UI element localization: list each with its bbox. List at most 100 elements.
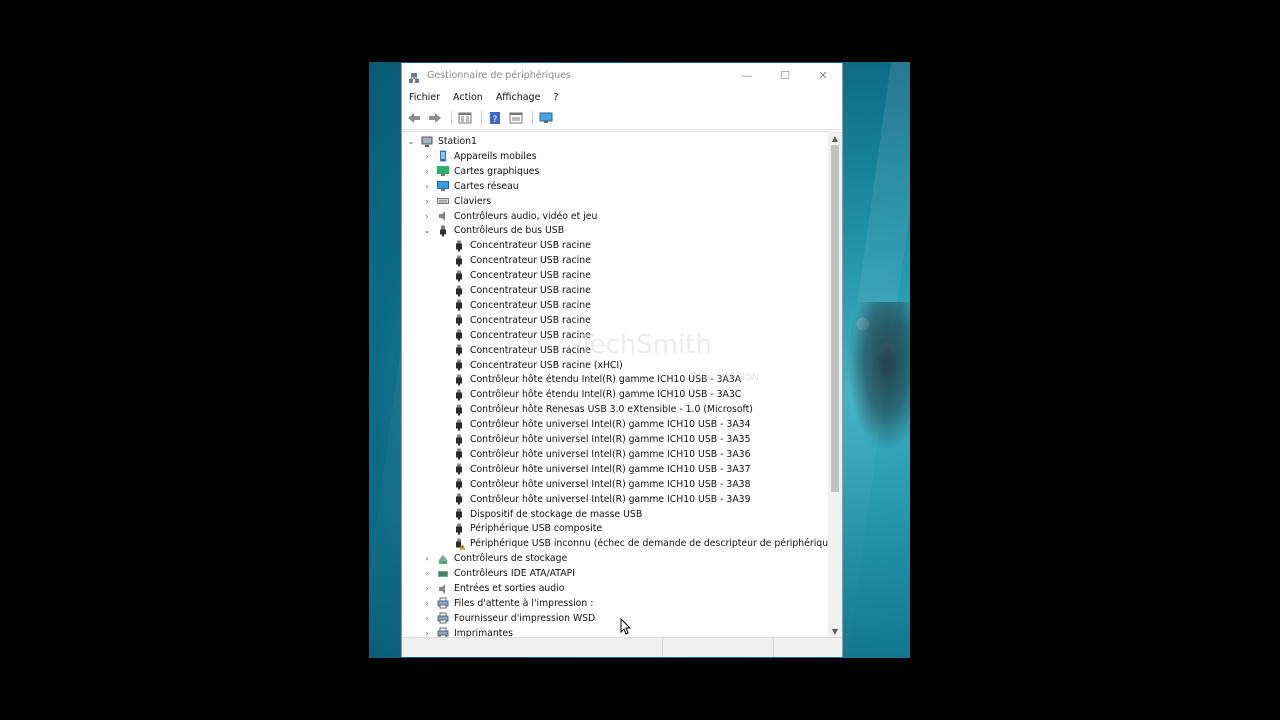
menu-help[interactable]: ? [553, 92, 558, 103]
tree-category[interactable]: › Fournisseur d'impression WSD [422, 611, 595, 626]
chevron-right-icon[interactable]: › [422, 569, 432, 579]
usb-device-icon [453, 329, 465, 341]
speaker-icon [437, 210, 449, 222]
usb-warning-icon [453, 538, 466, 550]
usb-device-icon [453, 448, 465, 460]
tree-item-usb-unknown[interactable]: Périphérique USB inconnu (échec de deman… [438, 536, 828, 551]
tree-item-label: Contrôleur hôte Renesas USB 3.0 eXtensib… [470, 404, 753, 416]
mouse-cursor-icon [620, 618, 632, 635]
tree-item-label: Entrées et sorties audio [454, 583, 565, 594]
tree-root-station1[interactable]: ⌄ Station1 [406, 134, 477, 149]
tree-item-label: Concentrateur USB racine [470, 285, 591, 296]
menu-fichier[interactable]: Fichier [409, 92, 440, 103]
tree-item-label: Contrôleur hôte universel Intel(R) gamme… [470, 434, 751, 445]
chevron-right-icon[interactable]: › [422, 584, 432, 594]
tree-item-label: Appareils mobiles [454, 150, 537, 162]
status-segment [663, 638, 774, 657]
scroll-up-arrow-icon[interactable]: ▲ [828, 131, 842, 145]
tree-item-usb[interactable]: Concentrateur USB racine [438, 238, 591, 253]
tree-item-usb[interactable]: Contrôleur hôte Renesas USB 3.0 eXtensib… [438, 402, 753, 417]
close-button[interactable]: ✕ [804, 63, 842, 87]
tree-item-label: Concentrateur USB racine (xHCI) [470, 359, 623, 371]
status-bar [402, 637, 842, 657]
tree-item-label: Concentrateur USB racine [470, 314, 591, 326]
chevron-right-icon[interactable]: › [422, 196, 432, 206]
tree-item-usb[interactable]: Contrôleur hôte universel Intel(R) gamme… [438, 447, 751, 462]
properties-icon[interactable] [456, 110, 474, 126]
tree-item-usb[interactable]: Périphérique USB composite [438, 521, 602, 536]
vertical-scrollbar[interactable]: ▲ ▼ [828, 131, 842, 638]
tree-category[interactable]: › Entrées et sorties audio [422, 581, 564, 596]
device-manager-icon [408, 69, 420, 83]
usb-device-icon [453, 404, 465, 416]
tree-item-label: Contrôleurs de bus USB [454, 225, 565, 237]
usb-device-icon [453, 285, 465, 297]
tree-item-usb[interactable]: Contrôleur hôte universel Intel(R) gamme… [438, 477, 751, 492]
tree-item-label: Contrôleur hôte universel Intel(R) gamme… [470, 419, 751, 431]
tree-item-label: Contrôleurs IDE ATA/ATAPI [454, 568, 575, 580]
tree-item-usb[interactable]: Contrôleur hôte universel Intel(R) gamme… [438, 417, 751, 432]
usb-device-icon [453, 299, 465, 311]
device-manager-window: Gestionnaire de périphériques — ☐ ✕ Fich… [401, 63, 843, 657]
usb-device-icon [453, 374, 465, 386]
chevron-down-icon[interactable]: ⌄ [422, 226, 432, 236]
tree-category[interactable]: › Contrôleurs audio, vidéo et jeu [422, 209, 597, 224]
tree-item-usb[interactable]: Contrôleur hôte universel Intel(R) gamme… [438, 462, 751, 477]
usb-device-icon [453, 463, 465, 475]
tree-item-usb[interactable]: Concentrateur USB racine [438, 343, 591, 358]
chevron-right-icon[interactable]: › [422, 166, 432, 176]
tree-item-usb[interactable]: Concentrateur USB racine [438, 313, 591, 328]
menu-affichage[interactable]: Affichage [496, 92, 541, 103]
tree-item-label: Contrôleur hôte étendu Intel(R) gamme IC… [470, 374, 742, 386]
usb-device-icon [453, 389, 465, 401]
minimize-button[interactable]: — [728, 63, 766, 87]
forward-arrow-icon[interactable] [426, 110, 444, 126]
tree-item-label: Concentrateur USB racine [470, 329, 591, 341]
tree-item-usb[interactable]: Concentrateur USB racine [438, 253, 591, 268]
tree-item-usb[interactable]: Concentrateur USB racine [438, 328, 591, 343]
status-segment [402, 638, 663, 657]
monitor-icon[interactable] [537, 110, 555, 126]
tree-item-usb[interactable]: Contrôleur hôte étendu Intel(R) gamme IC… [438, 387, 741, 402]
tree-item-usb[interactable]: Concentrateur USB racine [438, 268, 591, 283]
chevron-right-icon[interactable]: › [422, 151, 432, 161]
tree-item-usb[interactable]: Contrôleur hôte universel Intel(R) gamme… [438, 432, 751, 447]
tree-category[interactable]: › Claviers [422, 194, 491, 209]
tree-item-label: Contrôleur hôte étendu Intel(R) gamme IC… [470, 389, 742, 401]
chevron-right-icon[interactable]: › [422, 554, 432, 564]
chevron-down-icon[interactable]: ⌄ [406, 137, 416, 147]
maximize-button[interactable]: ☐ [766, 63, 804, 87]
tree-category[interactable]: › Cartes réseau [422, 179, 519, 194]
title-bar[interactable]: Gestionnaire de périphériques — ☐ ✕ [402, 63, 842, 87]
device-tree[interactable]: ⌄ Station1 › Appareils mobiles › Cartes graph… [402, 131, 828, 639]
tree-item-usb[interactable]: Dispositif de stockage de masse USB [438, 507, 642, 522]
tree-item-label: Contrôleur hôte universel Intel(R) gamme… [470, 478, 751, 490]
tree-category[interactable]: › Files d'attente à l'impression : [422, 596, 593, 611]
help-icon[interactable]: ? [486, 110, 504, 126]
scroll-down-arrow-icon[interactable]: ▼ [828, 624, 842, 638]
tree-category[interactable]: › Appareils mobiles [422, 149, 537, 164]
tree-item-usb[interactable]: Concentrateur USB racine [438, 298, 591, 313]
chevron-right-icon[interactable]: › [422, 598, 432, 608]
tree-item-usb[interactable]: Contrôleur hôte étendu Intel(R) gamme IC… [438, 372, 741, 387]
tree-category[interactable]: › Cartes graphiques [422, 164, 539, 179]
usb-device-icon [453, 255, 465, 267]
tree-item-label: Cartes réseau [454, 180, 519, 192]
menu-action[interactable]: Action [453, 92, 483, 103]
usb-device-icon [453, 419, 465, 431]
details-icon[interactable] [507, 110, 525, 126]
tree-category[interactable]: › Contrôleurs IDE ATA/ATAPI [422, 566, 575, 581]
tree-item-usb[interactable]: Concentrateur USB racine [438, 283, 591, 298]
tree-item-label: Fournisseur d'impression WSD [454, 612, 596, 624]
tree-item-label: Cartes graphiques [454, 165, 540, 177]
tree-item-usb[interactable]: Concentrateur USB racine (xHCI) [438, 358, 623, 373]
chevron-right-icon[interactable]: › [422, 211, 432, 221]
chevron-right-icon[interactable]: › [422, 613, 432, 623]
tree-item-label: Contrôleur hôte universel Intel(R) gamme… [470, 493, 751, 505]
back-arrow-icon[interactable] [405, 110, 423, 126]
tree-category[interactable]: › Contrôleurs de stockage [422, 551, 567, 566]
tree-category-usb[interactable]: ⌄ Contrôleurs de bus USB [422, 223, 564, 238]
scroll-thumb[interactable] [831, 145, 839, 492]
chevron-right-icon[interactable]: › [422, 181, 432, 191]
tree-item-usb[interactable]: Contrôleur hôte universel Intel(R) gamme… [438, 492, 751, 507]
